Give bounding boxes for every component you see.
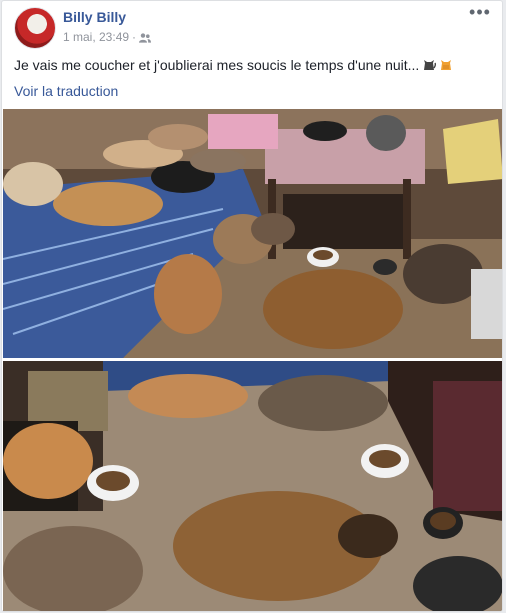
post-card: Billy Billy 1 mai, 23:49 · ••• Je vais me… [1,0,503,612]
post-meta: 1 mai, 23:49 · [63,30,152,46]
meta-separator: · [132,30,137,44]
orange-cat-emoji [441,60,452,70]
black-cat-emoji [424,60,437,70]
see-translation-link[interactable]: Voir la traduction [14,83,118,99]
post-text-content: Je vais me coucher et j'oublierai mes so… [14,57,420,73]
dogs-on-floor-photo[interactable] [3,361,502,611]
post-text: Je vais me coucher et j'oublierai mes so… [14,57,492,73]
friends-icon[interactable] [139,32,152,46]
dogs-on-bed-photo[interactable] [3,109,502,358]
more-options-icon[interactable]: ••• [468,3,492,25]
post-timestamp[interactable]: 1 mai, 23:49 [63,30,129,44]
author-avatar[interactable] [14,7,56,49]
author-name[interactable]: Billy Billy [63,9,126,25]
